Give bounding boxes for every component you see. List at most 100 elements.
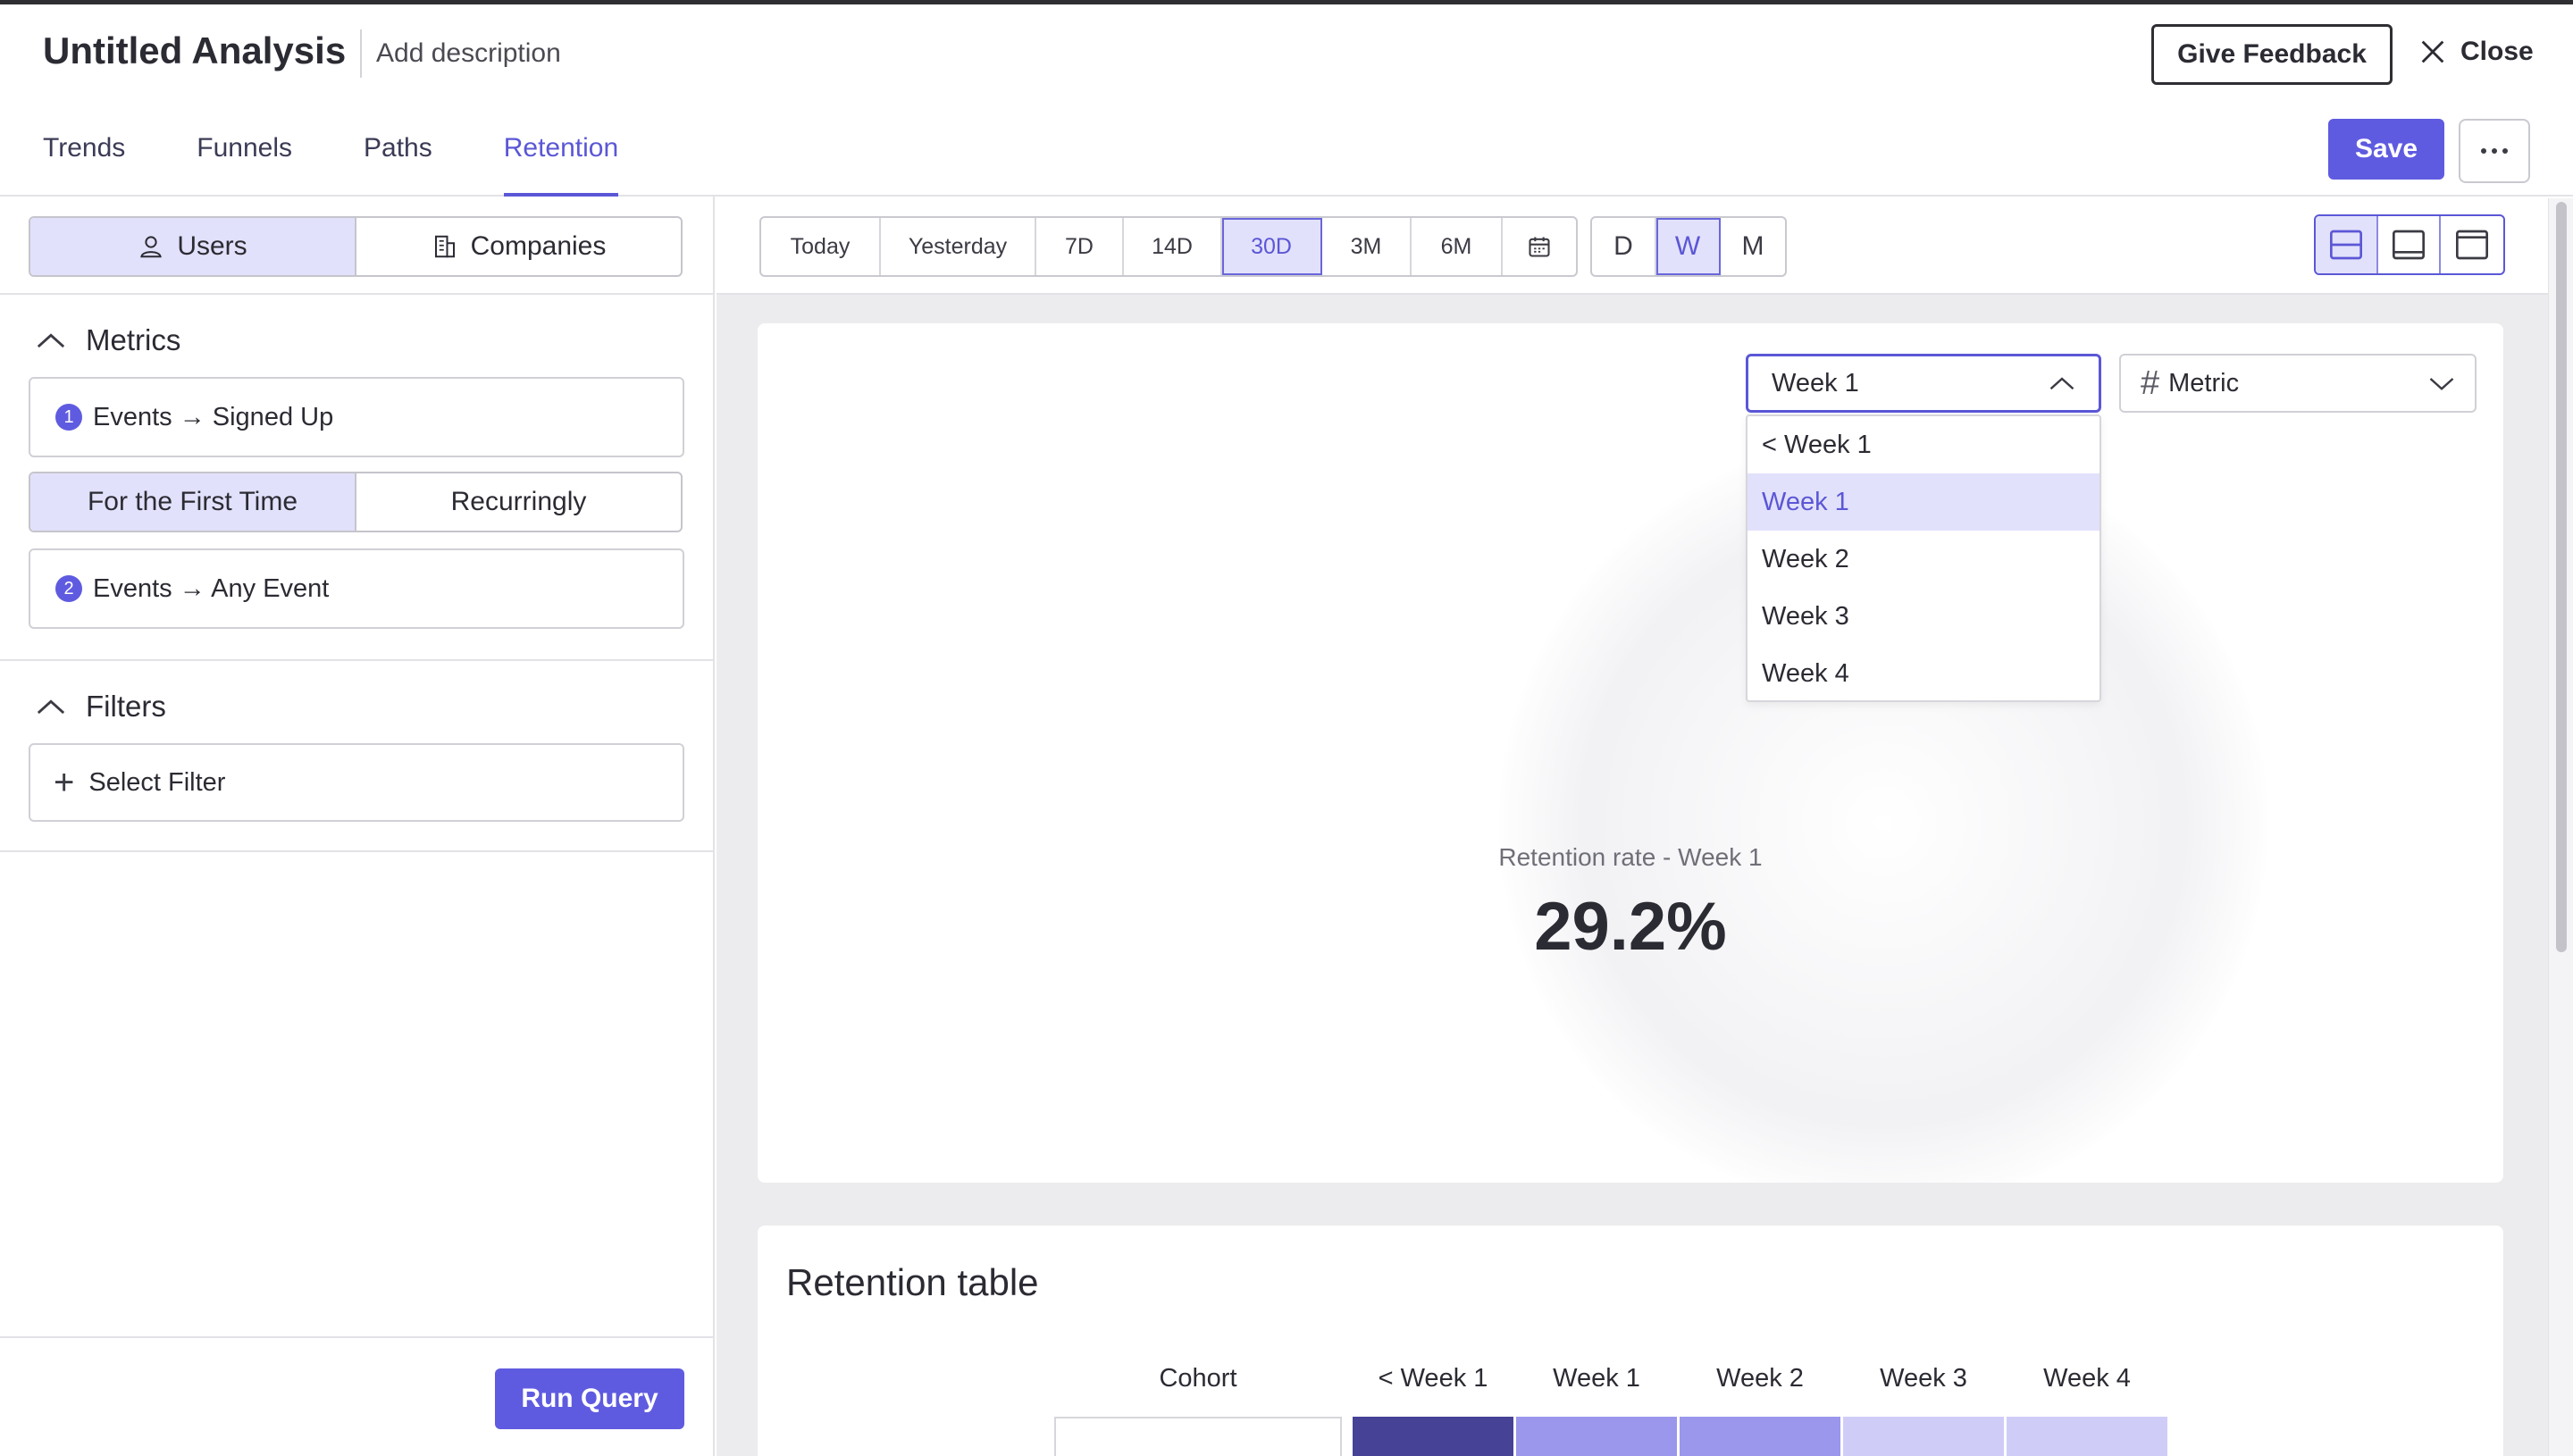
results-area: Today Yesterday 7D 14D 30D 3M 6M D W M W… <box>717 198 2573 1456</box>
range-today[interactable]: Today <box>761 218 881 275</box>
granularity-month[interactable]: M <box>1721 218 1785 275</box>
close-button[interactable]: Close <box>2418 37 2534 67</box>
chevron-down-icon <box>2429 378 2454 390</box>
column-header: Week 3 <box>1880 1364 1967 1393</box>
more-dot-icon <box>2481 148 2486 154</box>
run-query-button[interactable]: Run Query <box>495 1368 684 1429</box>
metric-1-number-badge: 1 <box>55 404 82 431</box>
range-6m[interactable]: 6M <box>1412 218 1503 275</box>
retention-table-title: Retention table <box>786 1261 1039 1303</box>
cohort-cell <box>1054 1417 1342 1456</box>
layout-split-button[interactable] <box>2316 216 2378 273</box>
sidebar-footer-divider <box>0 1336 715 1338</box>
close-icon <box>2421 40 2444 63</box>
companies-label: Companies <box>470 231 607 261</box>
user-icon <box>140 236 163 258</box>
tab-trends[interactable]: Trends <box>43 121 125 197</box>
metric-2-card[interactable]: 2 Events → Any Event <box>29 548 684 629</box>
range-30d[interactable]: 30D <box>1222 218 1322 275</box>
range-3m[interactable]: 3M <box>1322 218 1412 275</box>
retention-rate-value: 29.2% <box>1534 889 1727 965</box>
metric-select[interactable]: # Metric <box>2119 354 2477 413</box>
filters-title: Filters <box>86 690 166 723</box>
custom-date-button[interactable] <box>1503 218 1576 275</box>
layout-bottom-button[interactable] <box>2378 216 2441 273</box>
layout-top-icon <box>2456 230 2488 260</box>
period-option[interactable]: Week 4 <box>1747 645 2099 702</box>
give-feedback-button[interactable]: Give Feedback <box>2151 24 2393 85</box>
sidebar-divider <box>0 293 715 295</box>
period-option[interactable]: Week 3 <box>1747 588 2099 645</box>
tab-retention[interactable]: Retention <box>503 121 619 197</box>
more-options-button[interactable] <box>2459 119 2530 183</box>
range-14d[interactable]: 14D <box>1124 218 1222 275</box>
metric-select-label: Metric <box>2168 368 2240 397</box>
analysis-tabs: Trends Funnels Paths Retention <box>43 121 690 197</box>
retention-cell <box>1843 1417 2004 1456</box>
retention-cell <box>1516 1417 1677 1456</box>
calendar-icon <box>1529 237 1550 257</box>
entity-toggle: Users Companies <box>29 216 683 277</box>
range-7d[interactable]: 7D <box>1036 218 1124 275</box>
layout-bottom-icon <box>2393 230 2425 260</box>
retention-summary-card: Week 1 # Metric < Week 1 Week 1 Week 2 W… <box>758 323 2503 1183</box>
sidebar-divider <box>0 659 715 661</box>
more-dot-icon <box>2492 148 2497 154</box>
granularity-selector: D W M <box>1590 216 1787 277</box>
metric-1-card[interactable]: 1 Events → Signed Up <box>29 377 684 457</box>
column-header: < Week 1 <box>1378 1364 1488 1393</box>
hash-icon: # <box>2141 364 2160 402</box>
metrics-title: Metrics <box>86 323 181 356</box>
period-dropdown-menu: < Week 1 Week 1 Week 2 Week 3 Week 4 <box>1746 414 2101 702</box>
column-header: Week 2 <box>1716 1364 1804 1393</box>
add-description-link[interactable]: Add description <box>376 38 561 69</box>
users-label: Users <box>177 231 247 261</box>
chevron-up-icon <box>37 333 65 348</box>
companies-toggle-option[interactable]: Companies <box>355 218 681 275</box>
tab-funnels[interactable]: Funnels <box>197 121 292 197</box>
chevron-up-icon <box>37 699 65 715</box>
metric-2-number-badge: 2 <box>55 575 82 602</box>
period-option[interactable]: Week 2 <box>1747 531 2099 588</box>
title-separator <box>360 29 362 78</box>
query-sidebar: Users Companies Metrics 1 Events → Signe… <box>0 197 715 1456</box>
analysis-title[interactable]: Untitled Analysis <box>43 29 346 72</box>
sidebar-divider <box>0 850 715 852</box>
select-filter-button[interactable]: + Select Filter <box>29 743 684 822</box>
analysis-header: Untitled Analysis Add description Give F… <box>0 4 2573 197</box>
building-icon <box>434 235 455 258</box>
period-option[interactable]: < Week 1 <box>1747 416 2099 473</box>
granularity-week[interactable]: W <box>1656 218 1721 275</box>
retention-cell <box>1353 1417 1513 1456</box>
range-yesterday[interactable]: Yesterday <box>881 218 1036 275</box>
retention-rate-label: Retention rate - Week 1 <box>1498 843 1763 871</box>
select-filter-label: Select Filter <box>88 767 226 797</box>
layout-split-icon <box>2330 230 2362 260</box>
granularity-day[interactable]: D <box>1592 218 1656 275</box>
plus-icon: + <box>54 763 75 802</box>
first-time-option[interactable]: For the First Time <box>30 473 356 531</box>
filters-section-toggle[interactable]: Filters <box>36 690 166 724</box>
results-toolbar: Today Yesterday 7D 14D 30D 3M 6M D W M <box>717 198 2548 295</box>
occurrence-toggle: For the First Time Recurringly <box>29 472 683 532</box>
retention-cell <box>2007 1417 2167 1456</box>
results-scrollbar[interactable] <box>2548 198 2573 1456</box>
retention-table-card: Retention table Cohort < Week 1 Week 1 W… <box>758 1226 2503 1456</box>
recurringly-option[interactable]: Recurringly <box>355 473 681 531</box>
layout-selector <box>2314 214 2505 275</box>
column-header: Week 1 <box>1553 1364 1640 1393</box>
tab-paths[interactable]: Paths <box>364 121 432 197</box>
save-button[interactable]: Save <box>2328 119 2444 180</box>
metric-2-label: Events → Any Event <box>93 573 330 603</box>
period-select-value: Week 1 <box>1772 368 1859 397</box>
metrics-section-toggle[interactable]: Metrics <box>36 323 180 357</box>
period-select[interactable]: Week 1 <box>1746 354 2101 413</box>
period-option-selected[interactable]: Week 1 <box>1747 473 2099 531</box>
column-header-cohort: Cohort <box>1159 1364 1237 1393</box>
metric-1-label: Events → Signed Up <box>93 402 334 431</box>
more-dot-icon <box>2502 148 2508 154</box>
chevron-up-icon <box>2049 377 2074 390</box>
users-toggle-option[interactable]: Users <box>30 218 356 275</box>
layout-top-button[interactable] <box>2441 216 2503 273</box>
scrollbar-thumb[interactable] <box>2556 202 2567 952</box>
